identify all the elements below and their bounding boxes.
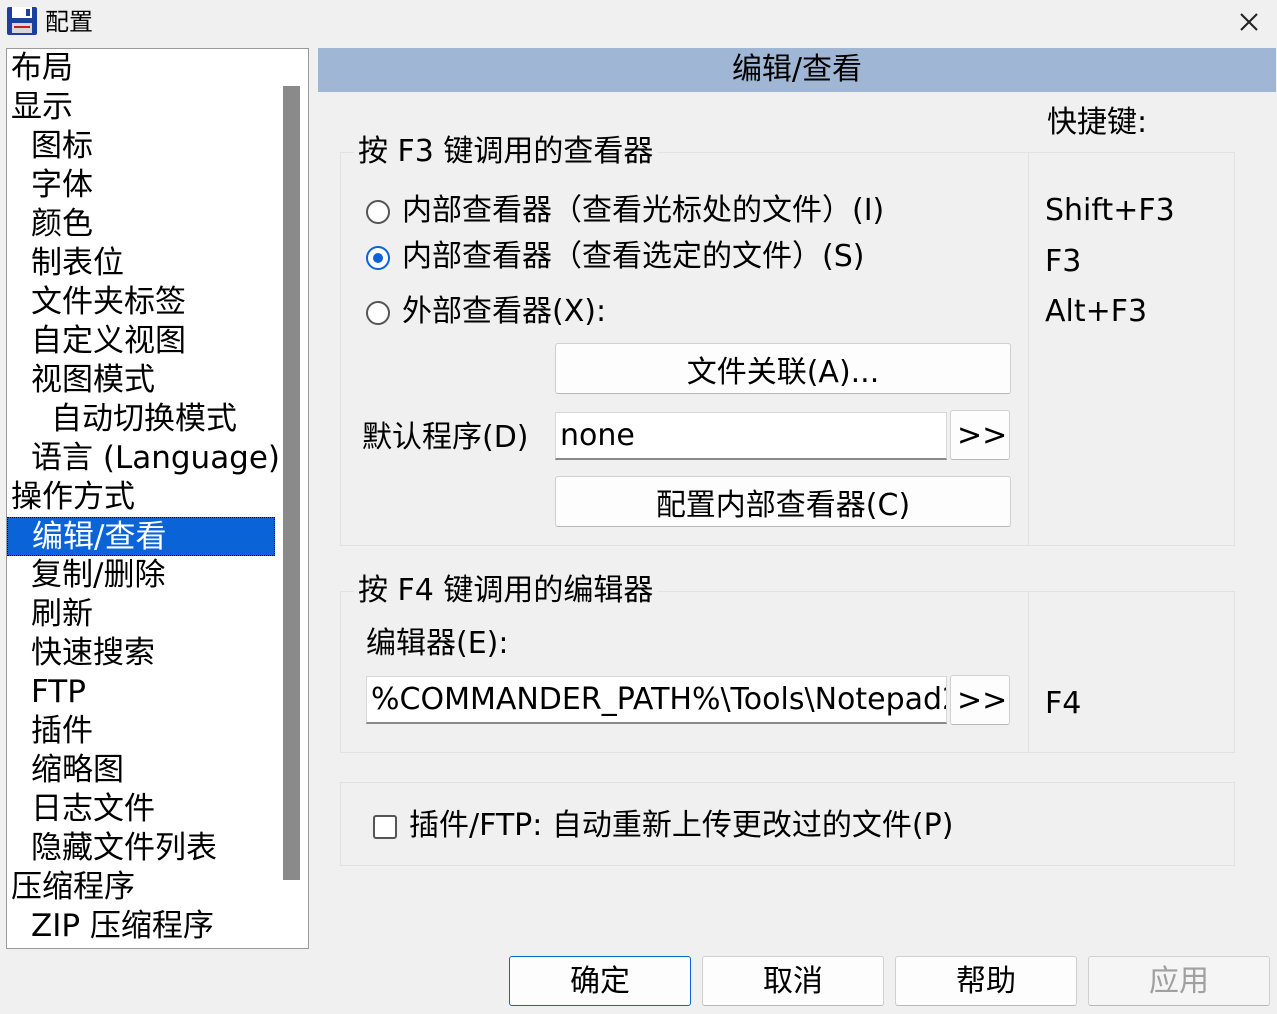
- help-button[interactable]: 帮助: [895, 956, 1077, 1006]
- tree-item-label: 图标: [31, 128, 93, 164]
- default-program-label: 默认程序(D): [362, 420, 529, 455]
- radio-external-viewer[interactable]: [366, 301, 390, 325]
- radio-internal-cursor[interactable]: [366, 200, 390, 224]
- tree-item[interactable]: 字体: [7, 166, 275, 205]
- editor-group-label: 按 F4 键调用的编辑器: [354, 572, 658, 610]
- tree-item[interactable]: 缩略图: [7, 751, 275, 790]
- tree-item-label: 插件: [31, 713, 93, 749]
- settings-tree[interactable]: 布局 显示 图标 字体 颜色 制表位 文件夹标签 自定义视图 视图模式 自动切换模式 语言 (Lan…: [6, 48, 309, 949]
- shortcut-alt-f3: Alt+F3: [1045, 294, 1148, 329]
- tree-item-label: FTP: [31, 674, 86, 710]
- editor-path-input[interactable]: %COMMANDER_PATH%\Tools\Notepad2\Notepad2…: [366, 676, 947, 724]
- tree-scrollbar-thumb[interactable]: [283, 86, 300, 880]
- tree-item-label: 语言 (Language): [31, 440, 281, 476]
- default-program-browse-button[interactable]: >>: [950, 410, 1010, 460]
- viewer-group-divider: [1028, 152, 1029, 546]
- tree-item[interactable]: 日志文件: [7, 790, 275, 829]
- floppy-disk-icon: [7, 7, 37, 35]
- option-internal-selected-label[interactable]: 内部查看器（查看选定的文件）(S): [402, 238, 864, 276]
- tree-item[interactable]: 刷新: [7, 595, 275, 634]
- editor-group: [340, 591, 1235, 753]
- tree-item-label: 自动切换模式: [51, 401, 237, 437]
- tree-item[interactable]: 视图模式: [7, 361, 275, 400]
- shortcut-f3: F3: [1045, 244, 1082, 279]
- shortcut-f4: F4: [1045, 686, 1082, 721]
- tree-item-label: 编辑/查看: [32, 519, 167, 555]
- tree-item[interactable]: 快速搜索: [7, 634, 275, 673]
- tree-item-label: 自定义视图: [31, 323, 186, 359]
- tree-item-label: 制表位: [31, 245, 124, 281]
- tree-item-label: 视图模式: [31, 362, 155, 398]
- title-bar: 配置: [0, 0, 1277, 44]
- viewer-group-label: 按 F3 键调用的查看器: [354, 133, 658, 171]
- option-external-viewer-label[interactable]: 外部查看器(X):: [402, 293, 606, 331]
- file-association-button[interactable]: 文件关联(A)...: [555, 343, 1011, 394]
- tree-item[interactable]: 复制/删除: [7, 556, 275, 595]
- radio-internal-selected[interactable]: [366, 246, 390, 270]
- tree-item-label: 缩略图: [31, 752, 124, 788]
- tree-item-label: 字体: [31, 167, 93, 203]
- tree-item-label: 压缩程序: [11, 869, 135, 905]
- tree-item-label: 隐藏文件列表: [31, 830, 217, 866]
- tree-item-label: ZIP 压缩程序: [31, 908, 214, 944]
- tree-item-label: 操作方式: [11, 479, 135, 515]
- window-title: 配置: [45, 8, 93, 36]
- section-header: 编辑/查看: [318, 48, 1276, 92]
- auto-upload-checkbox[interactable]: [373, 815, 397, 839]
- tree-item[interactable]: 压缩程序: [7, 868, 275, 907]
- editor-group-divider: [1028, 591, 1029, 753]
- tree-item[interactable]: 自定义视图: [7, 322, 275, 361]
- tree-item[interactable]: 颜色: [7, 205, 275, 244]
- ok-button[interactable]: 确定: [509, 956, 691, 1006]
- tree-item[interactable]: 编辑/查看: [7, 517, 275, 556]
- tree-item-label: 布局: [11, 50, 73, 86]
- tree-item-label: 日志文件: [31, 791, 155, 827]
- apply-button[interactable]: 应用: [1088, 956, 1270, 1006]
- editor-label: 编辑器(E):: [366, 626, 509, 661]
- tree-item[interactable]: 操作方式: [7, 478, 275, 517]
- tree-item-label: 显示: [11, 89, 73, 125]
- default-program-input[interactable]: none: [555, 412, 947, 460]
- shortcut-shift-f3: Shift+F3: [1045, 193, 1175, 228]
- tree-item-label: 刷新: [31, 596, 93, 632]
- tree-item-label: 颜色: [31, 206, 93, 242]
- shortcut-column-title: 快捷键:: [1047, 105, 1148, 140]
- cancel-button[interactable]: 取消: [702, 956, 884, 1006]
- tree-item[interactable]: FTP: [7, 673, 275, 712]
- tree-item[interactable]: 语言 (Language): [7, 439, 280, 478]
- tree-item[interactable]: 文件夹标签: [7, 283, 275, 322]
- close-icon[interactable]: [1233, 6, 1265, 38]
- tree-item-label: 文件夹标签: [31, 284, 186, 320]
- tree-item[interactable]: 隐藏文件列表: [7, 829, 275, 868]
- tree-item-label: 复制/删除: [31, 557, 166, 593]
- tree-item[interactable]: 显示: [7, 88, 275, 127]
- tree-item[interactable]: 自动切换模式: [7, 400, 275, 439]
- tree-item[interactable]: ZIP 压缩程序: [7, 907, 275, 946]
- tree-item-label: 快速搜索: [31, 635, 155, 671]
- tree-item[interactable]: 插件: [7, 712, 275, 751]
- tree-item[interactable]: 图标: [7, 127, 275, 166]
- tree-item[interactable]: 制表位: [7, 244, 275, 283]
- editor-browse-button[interactable]: >>: [950, 675, 1010, 725]
- option-internal-cursor-label[interactable]: 内部查看器（查看光标处的文件）(I): [402, 192, 884, 230]
- configure-internal-viewer-button[interactable]: 配置内部查看器(C): [555, 476, 1011, 527]
- tree-item[interactable]: 布局: [7, 49, 275, 88]
- auto-upload-label[interactable]: 插件/FTP: 自动重新上传更改过的文件(P): [409, 807, 953, 845]
